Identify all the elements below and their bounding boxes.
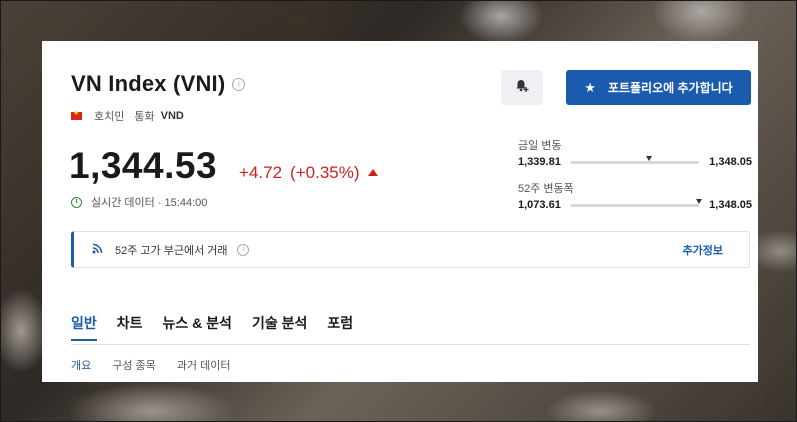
week52-low: 1,073.61 [518, 199, 561, 211]
add-to-portfolio-button[interactable]: ★ 포트폴리오에 추가합니다 [566, 70, 751, 105]
subtab-historical-data[interactable]: 과거 데이터 [177, 357, 231, 373]
currency-value: VND [160, 110, 184, 122]
price-change: +4.72 [239, 163, 283, 182]
sub-tabs: 개요 구성 종목 과거 데이터 [71, 357, 251, 373]
price-change-percent: (+0.35%) [290, 163, 360, 182]
tab-forum[interactable]: 포럼 [327, 311, 353, 344]
quote-card: VN Index (VNI) i 호치민 통화 VND ★ 포트폴리오에 추가합… [42, 41, 758, 382]
day-range: 1,339.81 1,348.05 [518, 155, 752, 168]
screenshot-frame: VN Index (VNI) i 호치민 통화 VND ★ 포트폴리오에 추가합… [0, 0, 797, 422]
rss-icon [92, 243, 103, 257]
star-icon: ★ [584, 79, 596, 95]
main-tabs: 일반 차트 뉴스 & 분석 기술 분석 포럼 [71, 311, 750, 345]
tab-chart[interactable]: 차트 [117, 311, 143, 344]
price-row: 1,344.53 +4.72 (+0.35%) [69, 145, 378, 187]
add-alert-button[interactable] [501, 70, 543, 105]
week52-range-label: 52주 변동폭 [518, 183, 574, 195]
day-high: 1,348.05 [709, 156, 752, 168]
currency-label: 통화 [134, 111, 155, 123]
info-icon[interactable]: i [232, 77, 246, 91]
tab-technical-analysis[interactable]: 기술 분석 [252, 311, 307, 344]
week52-range-marker-icon [696, 198, 703, 204]
up-arrow-icon [367, 169, 378, 176]
subtab-overview[interactable]: 개요 [71, 357, 91, 373]
ranges-panel: 금일 변동 1,339.81 1,348.05 52주 변동폭 1,073.61… [518, 137, 752, 223]
tab-news-analysis[interactable]: 뉴스 & 분석 [163, 311, 232, 344]
tab-general[interactable]: 일반 [71, 311, 97, 341]
exchange-city: 호치민 [94, 111, 125, 123]
week52-high: 1,348.05 [709, 199, 752, 211]
bell-plus-icon [514, 78, 530, 97]
day-low: 1,339.81 [518, 156, 561, 168]
week52-range: 1,073.61 1,348.05 [518, 198, 752, 211]
realtime-row: 실시간 데이터 · 15:44:00 [71, 194, 207, 210]
clock-icon [71, 196, 82, 208]
vietnam-flag-icon [71, 109, 82, 120]
meta-row: 호치민 통화 VND [71, 108, 184, 124]
day-range-bar [570, 155, 700, 164]
add-to-portfolio-label: 포트폴리오에 추가합니다 [607, 81, 733, 95]
realtime-status: 실시간 데이터 · 15:44:00 [91, 197, 208, 209]
day-range-label: 금일 변동 [518, 140, 562, 152]
info-icon[interactable]: i [237, 243, 250, 256]
week52-range-bar [570, 198, 703, 207]
last-price: 1,344.53 [69, 145, 218, 186]
subtab-components[interactable]: 구성 종목 [112, 357, 156, 373]
news-banner[interactable]: 52주 고가 부근에서 거래 i 추가정보 [71, 231, 750, 268]
page-title: VN Index (VNI) [71, 71, 226, 96]
banner-text: 52주 고가 부근에서 거래 [115, 244, 228, 257]
more-info-link[interactable]: 추가정보 [683, 242, 723, 258]
title-row: VN Index (VNI) i [71, 71, 246, 97]
day-range-marker-icon [646, 155, 653, 161]
